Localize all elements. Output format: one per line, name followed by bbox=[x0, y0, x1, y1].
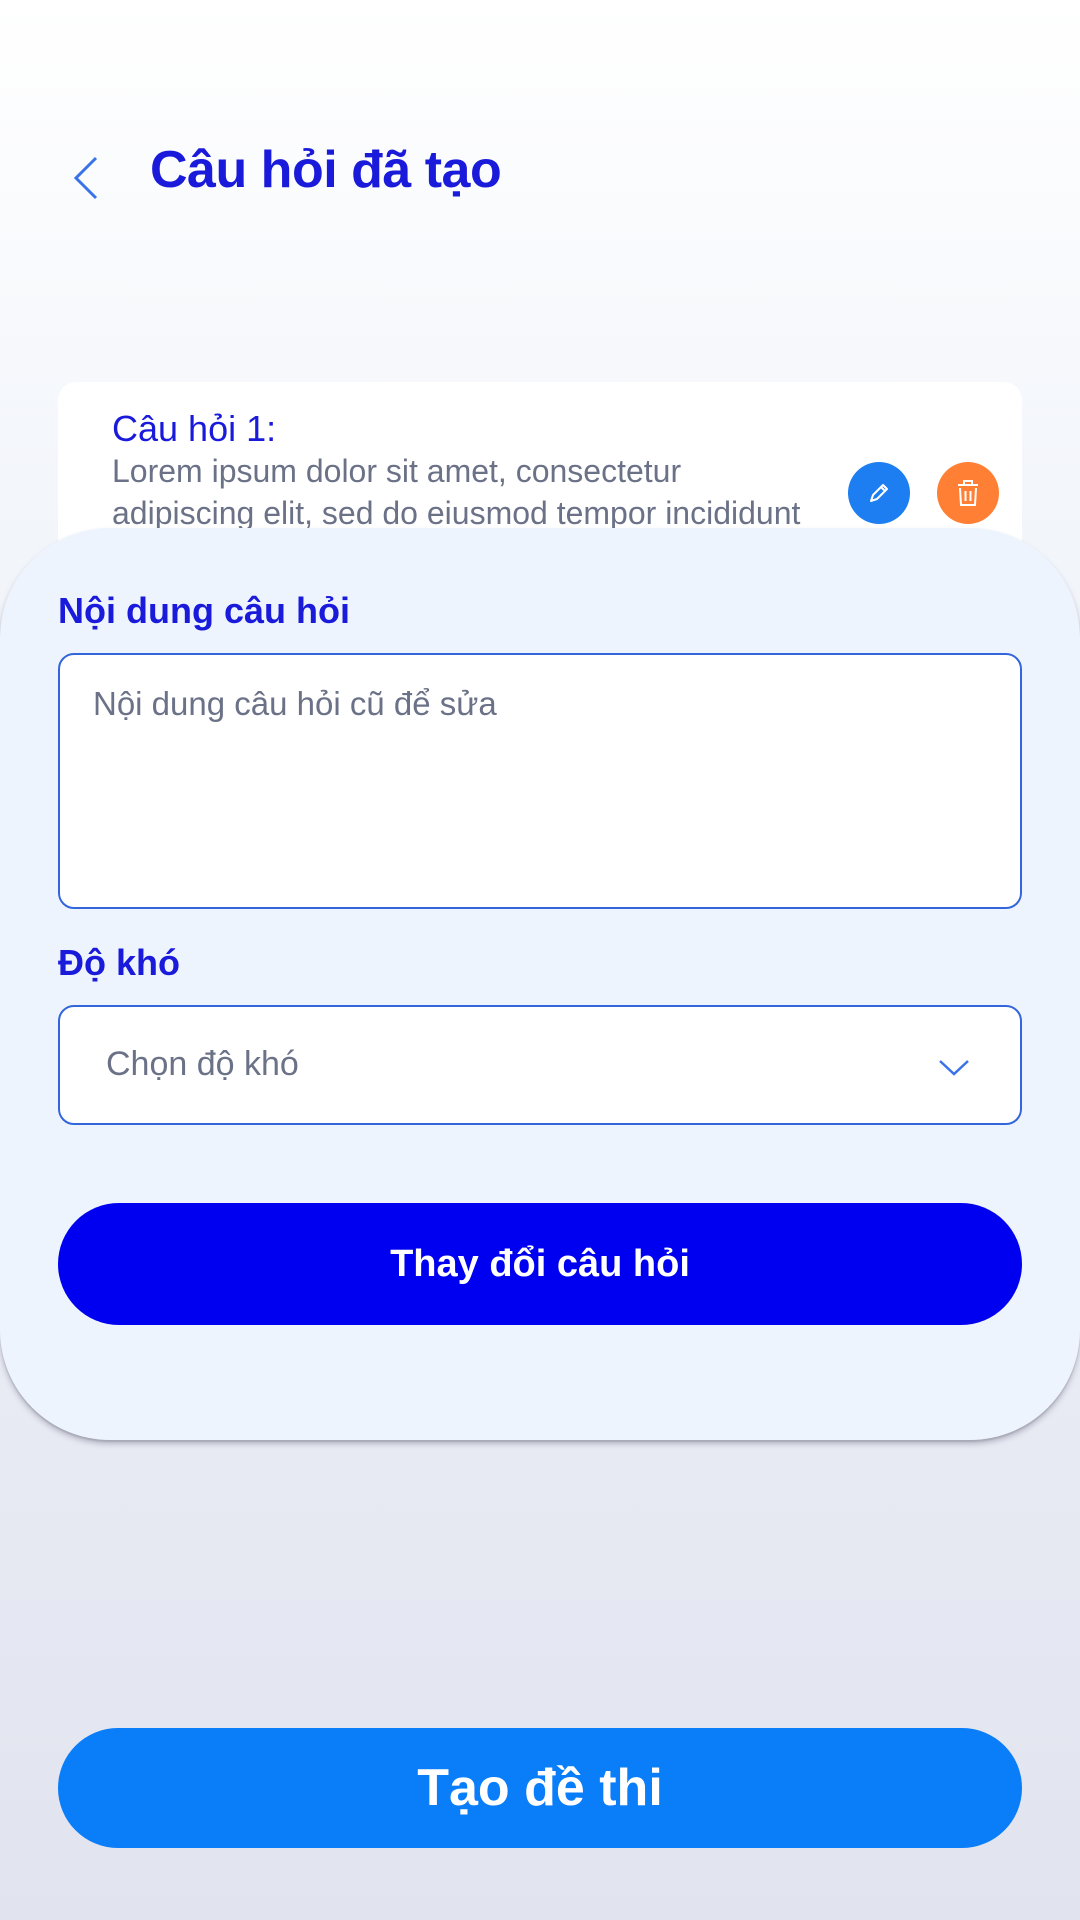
create-exam-button[interactable]: Tạo đề thi bbox=[58, 1728, 1022, 1848]
delete-button[interactable] bbox=[937, 462, 999, 524]
difficulty-label: Độ khó bbox=[58, 942, 180, 983]
question-content-input[interactable]: Nội dung câu hỏi cũ để sửa bbox=[58, 653, 1022, 909]
page-title: Câu hỏi đã tạo bbox=[150, 141, 502, 199]
trash-icon bbox=[958, 480, 978, 506]
difficulty-select-value: Chọn độ khó bbox=[106, 1045, 299, 1083]
content-label: Nội dung câu hỏi bbox=[58, 590, 350, 631]
edit-button[interactable] bbox=[848, 462, 910, 524]
update-question-button[interactable]: Thay đổi câu hỏi bbox=[58, 1203, 1022, 1325]
question-title: Câu hỏi 1: bbox=[112, 408, 277, 449]
app-header: Câu hỏi đã tạo bbox=[0, 110, 1080, 240]
chevron-down-icon bbox=[939, 1060, 969, 1076]
difficulty-select[interactable]: Chọn độ khó bbox=[58, 1005, 1022, 1125]
edit-question-sheet: Nội dung câu hỏi Nội dung câu hỏi cũ để … bbox=[0, 528, 1080, 1440]
question-text: Lorem ipsum dolor sit amet, consectetur … bbox=[112, 453, 801, 531]
chevron-left-icon bbox=[73, 156, 98, 200]
back-button[interactable] bbox=[62, 148, 112, 208]
pencil-icon bbox=[870, 484, 888, 502]
